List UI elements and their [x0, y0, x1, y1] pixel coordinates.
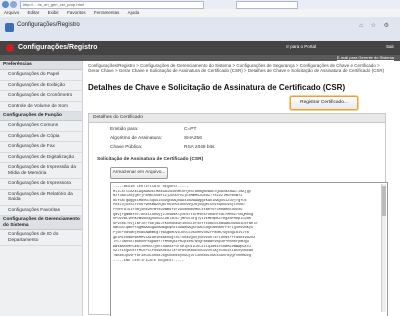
- sidebar-item-scan[interactable]: Configurações de Digitalização: [0, 153, 82, 163]
- back-button[interactable]: [2, 1, 9, 8]
- register-certificate-button[interactable]: Registrar Certificado...: [290, 96, 358, 110]
- portal-link[interactable]: Ir para o Portal: [286, 44, 316, 49]
- sidebar-item-volume[interactable]: Controle de Volume de Som: [0, 102, 82, 112]
- field-label: Emitido para:: [110, 127, 139, 132]
- browser-toolbar-icons[interactable]: ⌂ ☆ ⚙: [359, 22, 392, 29]
- field-value: C=PT: [184, 127, 197, 132]
- app-header: Configurações/Registro Ir para o Portal …: [0, 41, 400, 55]
- csr-line: -----END CERTIFICATE REQUEST-----: [113, 258, 185, 263]
- browser-tab-title[interactable]: Configurações/Registro: [17, 22, 80, 28]
- url-field[interactable]: http://... /rs_en_gen_csr_prop.html: [20, 1, 204, 9]
- sidebar-item-printer[interactable]: Configurações de Impressora: [0, 179, 82, 190]
- sidebar-heading-functions: Configurações de Função: [0, 112, 82, 121]
- field-label: Chave Pública:: [110, 145, 143, 150]
- app-title: Configurações/Registro: [18, 44, 98, 51]
- field-issued-to: Emitido para: C=PT: [110, 127, 196, 132]
- forward-button[interactable]: [10, 1, 17, 8]
- scrollbar-thumb[interactable]: [382, 186, 386, 216]
- field-value: RSA 2048 bits: [184, 145, 215, 150]
- browser-tab-bar: Configurações/Registro ⌂ ☆ ⚙: [0, 17, 400, 42]
- page-favicon-icon: [5, 23, 14, 32]
- field-public-key: Chave Pública: RSA 2048 bits: [110, 145, 214, 150]
- browser-search-field[interactable]: [236, 1, 298, 9]
- sidebar-heading-preferences: Preferências: [0, 61, 82, 70]
- field-value: SHA256: [184, 136, 202, 141]
- sidebar-item-favorites[interactable]: Configurações Favoritas: [0, 206, 82, 216]
- sidebar-item-paper[interactable]: Configurações do Papel: [0, 70, 82, 81]
- sidebar-item-memory-media[interactable]: Configurações de Impressão da Mídia de M…: [0, 163, 82, 179]
- menu-item-help[interactable]: Ajuda: [128, 10, 140, 15]
- sidebar-item-department-id[interactable]: Configurações de ID do Departamento: [0, 230, 82, 246]
- breadcrumb[interactable]: Configurações/Registro > Configurações d…: [88, 63, 388, 73]
- certificate-details-section: Detalhes do Certificado Emitido para: C=P…: [88, 113, 388, 316]
- sidebar-item-timer[interactable]: Configurações de Cronômetro: [0, 91, 82, 102]
- page-title: Detalhes de Chave e Solicitação de Assin…: [88, 83, 346, 92]
- sidebar: Preferências Configurações do Papel Conf…: [0, 61, 83, 316]
- settings-logo-icon: [6, 44, 14, 52]
- menu-item-tools[interactable]: Ferramentas: [94, 10, 120, 15]
- csr-textarea[interactable]: -----BEGIN CERTIFICATE REQUEST----- MIIC…: [110, 182, 388, 316]
- save-to-file-button[interactable]: Armazenar em Arquivo...: [110, 167, 168, 179]
- sidebar-item-report-output[interactable]: Configurações de Relatório da Saída: [0, 190, 82, 206]
- menu-item-edit[interactable]: Editar: [28, 10, 40, 15]
- sidebar-item-common[interactable]: Configurações Comuns: [0, 121, 82, 132]
- section-heading: Detalhes do Certificado: [89, 114, 385, 123]
- sidebar-heading-system: Configurações de Gerenciamento do Sistem…: [0, 216, 82, 230]
- menu-item-file[interactable]: Arquivo: [4, 10, 19, 15]
- csr-label: Solicitação de Assinatura de Certificado…: [97, 157, 204, 162]
- field-signature-algorithm: Algoritmo de Assinatura: SHA256: [110, 136, 202, 141]
- main-content: Configurações/Registro > Configurações d…: [84, 61, 400, 316]
- menu-item-favorites[interactable]: Favoritos: [67, 10, 86, 15]
- sidebar-item-fax[interactable]: Configurações de Fax: [0, 142, 82, 153]
- logout-link[interactable]: Sair: [386, 44, 394, 49]
- csr-scrollbar[interactable]: [381, 184, 386, 312]
- field-label: Algoritmo de Assinatura:: [110, 136, 162, 141]
- sidebar-item-copy[interactable]: Configurações de Cópia: [0, 132, 82, 142]
- menu-item-view[interactable]: Exibir: [48, 10, 59, 15]
- sidebar-item-display[interactable]: Configurações de Exibição: [0, 81, 82, 91]
